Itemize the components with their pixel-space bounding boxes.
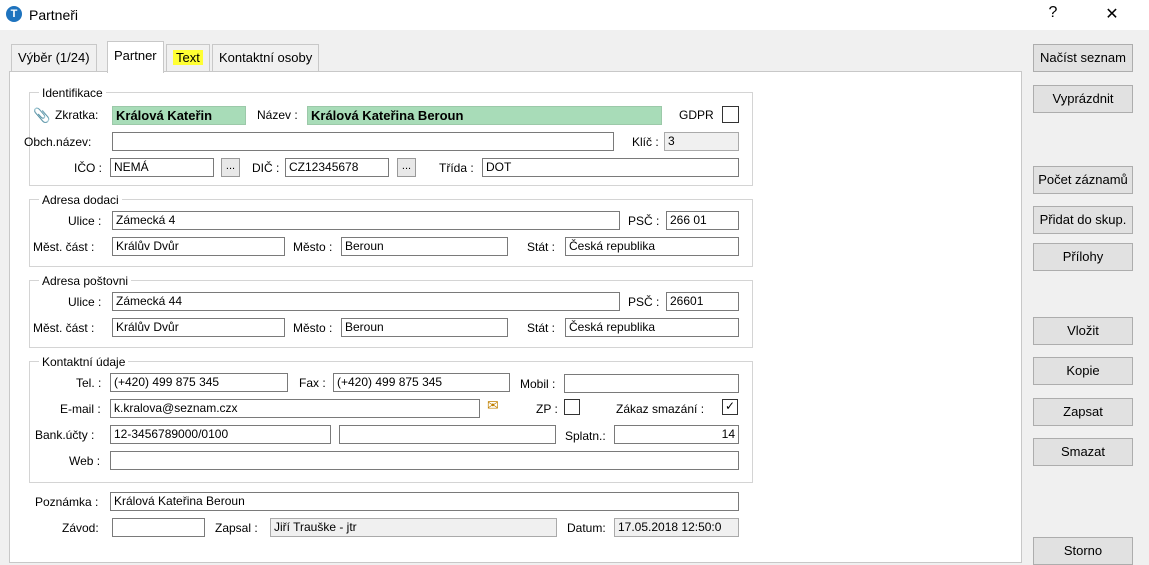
dodaci-cast-label: Měst. část : (33, 240, 95, 254)
storno-button[interactable]: Storno (1033, 537, 1133, 565)
zp-label: ZP : (536, 402, 558, 416)
email-field[interactable]: k.kralova@seznam.czx (110, 399, 480, 418)
title-bar (0, 0, 1149, 30)
paperclip-icon[interactable]: 📎 (33, 107, 50, 124)
poznamka-field[interactable]: Králová Kateřina Beroun (110, 492, 739, 511)
dodaci-stat-label: Stát : (527, 240, 556, 254)
klic-label: Klíč : (632, 135, 659, 149)
postovni-ulice-field[interactable]: Zámecká 44 (112, 292, 620, 311)
trida-field[interactable]: DOT (482, 158, 739, 177)
postovni-stat-label: Stát : (527, 321, 556, 335)
zakaz-smazani-checkbox[interactable]: ✓ (722, 399, 738, 415)
app-logo-icon: T (6, 6, 22, 22)
pridat-do-skup-button[interactable]: Přidat do skup. (1033, 206, 1133, 234)
send-email-icon[interactable]: ✉ (487, 397, 499, 414)
adresa-dodaci-legend: Adresa dodaci (39, 193, 122, 207)
trida-label: Třída : (439, 161, 474, 175)
vlozit-button[interactable]: Vložit (1033, 317, 1133, 345)
vyprazdnit-button[interactable]: Vyprázdnit (1033, 85, 1133, 113)
dodaci-cast-field[interactable]: Králův Dvůr (112, 237, 285, 256)
tab-vyber[interactable]: Výběr (1/24) (11, 44, 97, 71)
adresa-dodaci-group (29, 199, 753, 267)
dodaci-psc-label: PSČ : (628, 214, 660, 228)
postovni-psc-label: PSČ : (628, 295, 660, 309)
fax-label: Fax : (299, 376, 326, 390)
email-label: E-mail : (60, 402, 101, 416)
bank-ucet-1-field[interactable]: 12-3456789000/0100 (110, 425, 331, 444)
window-title: Partneři (29, 7, 79, 23)
postovni-mesto-label: Město : (293, 321, 333, 335)
zakaz-smazani-label: Zákaz smazání : (616, 402, 705, 416)
postovni-psc-field[interactable]: 26601 (666, 292, 739, 311)
zkratka-label: Zkratka: (55, 108, 99, 122)
ico-label: IČO : (74, 161, 103, 175)
bank-ucet-2-field[interactable] (339, 425, 556, 444)
postovni-mesto-field[interactable]: Beroun (341, 318, 508, 337)
dodaci-mesto-label: Město : (293, 240, 333, 254)
poznamka-label: Poznámka : (35, 495, 99, 509)
prilohy-button[interactable]: Přílohy (1033, 243, 1133, 271)
smazat-button[interactable]: Smazat (1033, 438, 1133, 466)
dic-field[interactable]: CZ12345678 (285, 158, 389, 177)
ico-lookup-button[interactable]: ... (221, 158, 240, 177)
bank-ucty-label: Bank.účty : (35, 428, 95, 442)
mobil-label: Mobil : (520, 377, 556, 391)
fax-field[interactable]: (+420) 499 875 345 (333, 373, 510, 392)
dodaci-psc-field[interactable]: 266 01 (666, 211, 739, 230)
kopie-button[interactable]: Kopie (1033, 357, 1133, 385)
adresa-postovni-group (29, 280, 753, 348)
mobil-field[interactable] (564, 374, 739, 393)
nacist-seznam-button[interactable]: Načíst seznam (1033, 44, 1133, 72)
web-field[interactable] (110, 451, 739, 470)
ico-field[interactable]: NEMÁ (110, 158, 214, 177)
postovni-ulice-label: Ulice : (68, 295, 102, 309)
close-button[interactable]: ✕ (1097, 4, 1127, 24)
zavod-label: Závod: (62, 521, 99, 535)
gdpr-label: GDPR (679, 108, 714, 122)
tab-partner[interactable]: Partner (107, 41, 164, 73)
identifikace-legend: Identifikace (39, 86, 106, 100)
dic-label: DIČ : (252, 161, 280, 175)
zp-checkbox[interactable] (564, 399, 580, 415)
zkratka-field[interactable]: Králová Kateřin (112, 106, 246, 125)
datum-field: 17.05.2018 12:50:0 (614, 518, 739, 537)
splatnost-field[interactable]: 14 (614, 425, 739, 444)
kontaktni-udaje-legend: Kontaktní údaje (39, 355, 129, 369)
nazev-label: Název : (257, 108, 298, 122)
tel-label: Tel. : (76, 376, 102, 390)
datum-label: Datum: (567, 521, 606, 535)
zapsal-label: Zapsal : (215, 521, 258, 535)
gdpr-checkbox[interactable] (722, 106, 739, 123)
postovni-cast-field[interactable]: Králův Dvůr (112, 318, 285, 337)
postovni-cast-label: Měst. část : (33, 321, 95, 335)
tab-text[interactable]: Text (166, 44, 210, 71)
dic-lookup-button[interactable]: ... (397, 158, 416, 177)
klic-field[interactable]: 3 (664, 132, 739, 151)
obch-nazev-label: Obch.název: (24, 135, 92, 149)
tab-kontaktni-osoby[interactable]: Kontaktní osoby (212, 44, 320, 71)
splatnost-label: Splatn.: (565, 429, 606, 443)
zapsat-button[interactable]: Zapsat (1033, 398, 1133, 426)
obch-nazev-field[interactable] (112, 132, 614, 151)
nazev-field[interactable]: Králová Kateřina Beroun (307, 106, 662, 125)
web-label: Web : (69, 454, 101, 468)
adresa-postovni-legend: Adresa poštovni (39, 274, 132, 288)
dodaci-stat-field[interactable]: Česká republika (565, 237, 739, 256)
dodaci-ulice-field[interactable]: Zámecká 4 (112, 211, 620, 230)
zapsal-field: Jiří Trauške - jtr (270, 518, 557, 537)
tel-field[interactable]: (+420) 499 875 345 (110, 373, 288, 392)
help-button[interactable]: ? (1038, 4, 1068, 22)
dodaci-ulice-label: Ulice : (68, 214, 102, 228)
pocet-zaznamu-button[interactable]: Počet záznamů (1033, 166, 1133, 194)
zavod-field[interactable] (112, 518, 205, 537)
dodaci-mesto-field[interactable]: Beroun (341, 237, 508, 256)
postovni-stat-field[interactable]: Česká republika (565, 318, 739, 337)
